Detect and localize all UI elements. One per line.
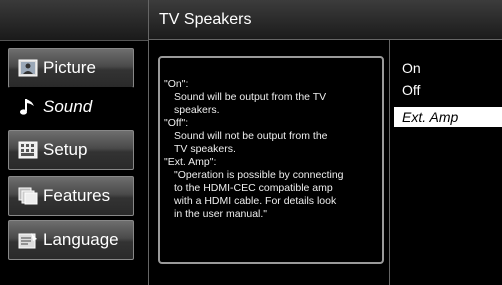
description-box: "On": Sound will be output from the TV s… [158, 56, 384, 264]
menu-header-bar [0, 0, 148, 41]
language-icon [17, 230, 39, 250]
menu-item-features[interactable]: Features [8, 176, 134, 216]
menu-item-picture[interactable]: Picture [8, 48, 134, 88]
description-line: to the HDMI-CEC compatible amp [174, 182, 333, 194]
description-line: in the user manual." [174, 208, 268, 220]
menu-item-label: Language [43, 230, 119, 249]
menu-item-setup[interactable]: Setup [8, 130, 134, 170]
menu-item-label: Setup [43, 140, 88, 159]
page-title: TV Speakers [159, 11, 252, 28]
description-line: "On": [164, 78, 189, 90]
settings-panel: "On": Sound will be output from the TV s… [148, 40, 502, 285]
menu-item-language[interactable]: Language [8, 220, 134, 260]
description-line: "Operation is possible by connecting [174, 169, 344, 181]
option-ext-amp[interactable]: Ext. Amp [394, 107, 502, 127]
picture-icon [17, 58, 39, 78]
description-line: with a HDMI cable. For details look [174, 195, 337, 207]
main-menu: Picture Sound Setup Features Language [0, 0, 148, 285]
menu-item-label: Sound [43, 97, 93, 116]
option-off[interactable]: Off [394, 80, 502, 100]
keyboard-icon [17, 140, 39, 160]
description-line: speakers. [174, 104, 220, 116]
panel-divider [389, 40, 390, 285]
description-line: "Ext. Amp": [164, 156, 217, 168]
header-bar: TV Speakers [148, 0, 502, 40]
description-line: TV speakers. [174, 143, 236, 155]
description-line: Sound will not be output from the [174, 130, 328, 142]
features-icon [17, 186, 39, 206]
description-line: Sound will be output from the TV [174, 91, 327, 103]
option-on[interactable]: On [394, 58, 502, 78]
menu-item-label: Picture [43, 58, 96, 77]
description-line: "Off": [164, 117, 189, 129]
music-note-icon [17, 97, 39, 117]
menu-item-label: Features [43, 186, 111, 205]
menu-item-sound[interactable]: Sound [8, 87, 134, 127]
